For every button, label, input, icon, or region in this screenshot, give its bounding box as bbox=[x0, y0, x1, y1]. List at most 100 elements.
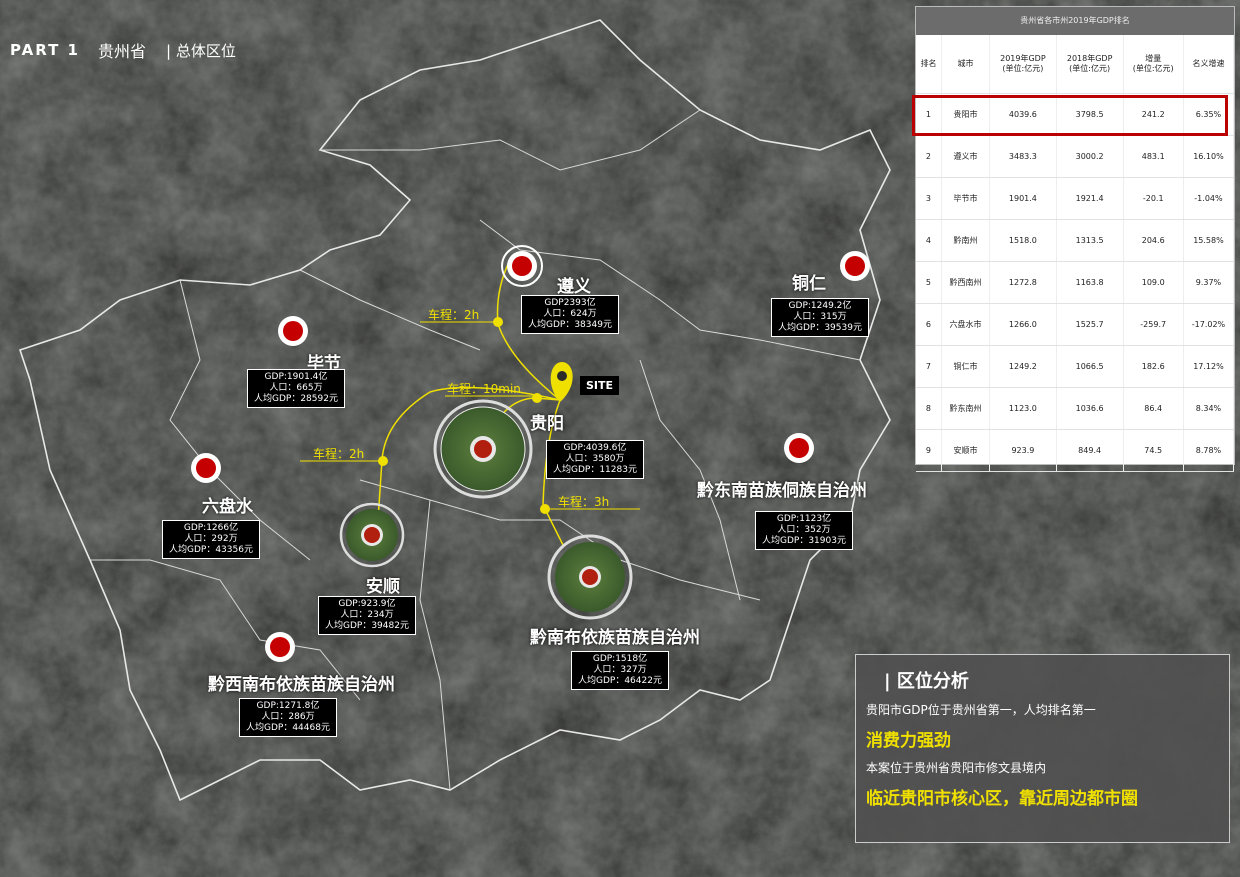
table-row: 8 黔东南州 1123.0 1036.6 86.4 8.34% bbox=[916, 387, 1235, 430]
table-cell: 1313.5 bbox=[1056, 219, 1124, 262]
city-name-qiannan: 黔南布依族苗族自治州 bbox=[530, 628, 700, 648]
table-cell: 六盘水市 bbox=[941, 303, 991, 346]
table-cell: 15.58% bbox=[1183, 219, 1235, 262]
table-cell: 铜仁市 bbox=[941, 345, 991, 388]
drive-guiyang: 车程：10min bbox=[447, 382, 521, 396]
city-name-tongren: 铜仁 bbox=[792, 274, 826, 294]
table-cell: 8.78% bbox=[1183, 429, 1235, 472]
column-header: 增量 (单位:亿元) bbox=[1123, 35, 1184, 94]
column-header: 名义增速 bbox=[1183, 35, 1235, 94]
column-header: 城市 bbox=[941, 35, 991, 94]
pop-text: 人口：315万 bbox=[793, 312, 847, 322]
info-box-guiyang: GDP:4039.6亿 人口：3580万 人均GDP：11283元 bbox=[546, 440, 644, 479]
table-header-row: 排名 城市 2019年GDP (单位:亿元) 2018年GDP (单位:亿元) 增量 (单位:… bbox=[916, 35, 1235, 94]
table-row: 2 遵义市 3483.3 3000.2 483.1 16.10% bbox=[916, 135, 1235, 178]
percap-text: 人均GDP：11283元 bbox=[553, 465, 637, 475]
gdp-text: GDP:1901.4亿 bbox=[264, 372, 328, 382]
city-name-qianxinan: 黔西南布依族苗族自治州 bbox=[208, 675, 395, 695]
city-name-anshun: 安顺 bbox=[366, 577, 400, 597]
table-cell: 3 bbox=[916, 177, 942, 220]
gdp-text: GDP:1249.2亿 bbox=[788, 301, 852, 311]
pop-text: 人口：3580万 bbox=[565, 454, 625, 464]
table-cell: 8 bbox=[916, 387, 942, 430]
table-cell: 1066.5 bbox=[1056, 345, 1124, 388]
percap-text: 人均GDP：31903元 bbox=[762, 536, 846, 546]
pop-text: 人口：624万 bbox=[543, 309, 597, 319]
table-cell: 1266.0 bbox=[989, 303, 1057, 346]
table-cell: 483.1 bbox=[1123, 135, 1184, 178]
table-cell: -1.04% bbox=[1183, 177, 1235, 220]
location-analysis-panel: | 区位分析 贵阳市GDP位于贵州省第一，人均排名第一 消费力强劲 本案位于贵州… bbox=[855, 654, 1230, 843]
table-cell: 1921.4 bbox=[1056, 177, 1124, 220]
table-cell: 6 bbox=[916, 303, 942, 346]
table-cell: 1123.0 bbox=[989, 387, 1057, 430]
table-cell: 86.4 bbox=[1123, 387, 1184, 430]
table-cell: 黔东南州 bbox=[941, 387, 991, 430]
table-cell: 1272.8 bbox=[989, 261, 1057, 304]
column-header: 排名 bbox=[916, 35, 942, 94]
anshun-focus-icon bbox=[339, 502, 405, 568]
table-cell: 204.6 bbox=[1123, 219, 1184, 262]
gdp-text: GDP:1123亿 bbox=[776, 514, 832, 524]
percap-text: 人均GDP：39482元 bbox=[325, 621, 409, 631]
info-box-tongren: GDP:1249.2亿 人口：315万 人均GDP：39539元 bbox=[771, 298, 869, 337]
pop-text: 人口：234万 bbox=[340, 610, 394, 620]
analysis-line-2: 本案位于贵州省贵阳市修文县境内 bbox=[866, 761, 1047, 775]
percap-text: 人均GDP：38349元 bbox=[528, 320, 612, 330]
analysis-title: | 区位分析 bbox=[884, 671, 969, 692]
table-cell: -17.02% bbox=[1183, 303, 1235, 346]
city-name-liupanshui: 六盘水 bbox=[202, 497, 253, 517]
pop-text: 人口：665万 bbox=[269, 383, 323, 393]
gdp-text: GDP:1266亿 bbox=[183, 523, 239, 533]
percap-text: 人均GDP：43356元 bbox=[169, 545, 253, 555]
percap-text: 人均GDP：46422元 bbox=[578, 676, 662, 686]
table-body: 1 贵阳市 4039.6 3798.5 241.2 6.35% 2 遵义市 3483.3 3000… bbox=[916, 93, 1235, 472]
table-cell: 1525.7 bbox=[1056, 303, 1124, 346]
table-row: 6 六盘水市 1266.0 1525.7 -259.7 -17.02% bbox=[916, 303, 1235, 346]
table-cell: 1901.4 bbox=[989, 177, 1057, 220]
table-row: 4 黔南州 1518.0 1313.5 204.6 15.58% bbox=[916, 219, 1235, 262]
gdp-text: GDP:1518亿 bbox=[592, 654, 648, 664]
table-cell: 3483.3 bbox=[989, 135, 1057, 178]
page-header: PART 1 贵州省 | 总体区位 bbox=[10, 38, 236, 62]
table-cell: 182.6 bbox=[1123, 345, 1184, 388]
percap-text: 人均GDP：28592元 bbox=[254, 394, 338, 404]
site-label: SITE bbox=[580, 376, 620, 395]
table-cell: 遵义市 bbox=[941, 135, 991, 178]
province-label: 贵州省 bbox=[98, 42, 147, 61]
table-cell: 毕节市 bbox=[941, 177, 991, 220]
qiannan-focus-icon bbox=[547, 534, 633, 620]
table-row: 9 安顺市 923.9 849.4 74.5 8.78% bbox=[916, 429, 1235, 472]
table-cell: 1036.6 bbox=[1056, 387, 1124, 430]
column-header: 2018年GDP (单位:亿元) bbox=[1056, 35, 1124, 94]
table-row: 7 铜仁市 1249.2 1066.5 182.6 17.12% bbox=[916, 345, 1235, 388]
table-row: 5 黔西南州 1272.8 1163.8 109.0 9.37% bbox=[916, 261, 1235, 304]
table-cell: 7 bbox=[916, 345, 942, 388]
analysis-line-1: 贵阳市GDP位于贵州省第一，人均排名第一 bbox=[866, 703, 1096, 717]
pop-text: 人口：286万 bbox=[261, 712, 315, 722]
table-cell: 923.9 bbox=[989, 429, 1057, 472]
top-rank-highlight bbox=[912, 95, 1228, 136]
table-cell: 2 bbox=[916, 135, 942, 178]
table-cell: 1163.8 bbox=[1056, 261, 1124, 304]
city-name-guiyang: 贵阳 bbox=[530, 414, 564, 434]
city-name-zunyi: 遵义 bbox=[557, 277, 591, 297]
section-label: | 总体区位 bbox=[166, 41, 236, 60]
pop-text: 人口：327万 bbox=[593, 665, 647, 675]
table-cell: 黔西南州 bbox=[941, 261, 991, 304]
table-cell: 1518.0 bbox=[989, 219, 1057, 262]
table-cell: 74.5 bbox=[1123, 429, 1184, 472]
table-cell: 4 bbox=[916, 219, 942, 262]
table-cell: 17.12% bbox=[1183, 345, 1235, 388]
gdp-ranking-panel: 贵州省各市州2019年GDP排名 排名 城市 2019年GDP (单位:亿元) 2018… bbox=[915, 6, 1235, 472]
info-box-qianxinan: GDP:1271.8亿 人口：286万 人均GDP：44468元 bbox=[239, 698, 337, 737]
table-cell: 黔南州 bbox=[941, 219, 991, 262]
info-box-bijie: GDP:1901.4亿 人口：665万 人均GDP：28592元 bbox=[247, 369, 345, 408]
city-name-qiandongnan: 黔东南苗族侗族自治州 bbox=[697, 481, 867, 501]
info-box-qiannan: GDP:1518亿 人口：327万 人均GDP：46422元 bbox=[571, 651, 669, 690]
info-box-zunyi: GDP2393亿 人口：624万 人均GDP：38349元 bbox=[521, 295, 619, 334]
drive-qiannan: 车程：3h bbox=[558, 495, 610, 509]
drive-zunyi: 车程：2h bbox=[428, 308, 480, 322]
info-box-qiandongnan: GDP:1123亿 人口：352万 人均GDP：31903元 bbox=[755, 511, 853, 550]
table-cell: 3000.2 bbox=[1056, 135, 1124, 178]
